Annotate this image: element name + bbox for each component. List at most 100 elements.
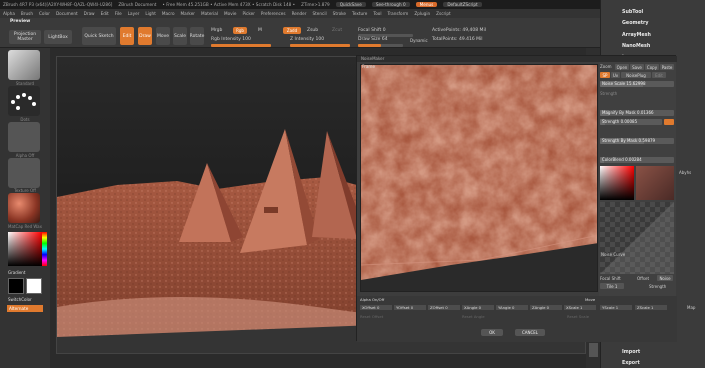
noise-plug-button[interactable]: NoisePlug xyxy=(621,72,651,78)
copy-button[interactable]: Copy xyxy=(645,64,659,70)
uv-toggle[interactable]: Uv xyxy=(611,72,620,78)
menu-stencil[interactable]: Stencil xyxy=(312,11,326,16)
scroll-button[interactable] xyxy=(589,343,598,357)
edit-button[interactable]: Edit xyxy=(652,72,666,78)
menus-button[interactable]: Menus xyxy=(415,2,438,7)
menu-stroke[interactable]: Stroke xyxy=(333,11,346,16)
reset-offset-button[interactable]: Reset Offset xyxy=(360,314,383,319)
see-through-slider[interactable]: See-through 0 xyxy=(371,2,410,7)
mrgb-toggle[interactable]: Mrgb xyxy=(211,28,222,33)
alternate-button[interactable]: Alternate xyxy=(7,305,43,312)
menu-transform[interactable]: Transform xyxy=(387,11,408,16)
magnify-by-mask-slider[interactable]: Magnify By Mask 0.01366 xyxy=(600,110,674,116)
menu-texture[interactable]: Texture xyxy=(352,11,367,16)
arraymesh-menu[interactable]: ArrayMesh xyxy=(622,33,651,38)
m-toggle[interactable]: M xyxy=(258,28,262,33)
hue-strip[interactable] xyxy=(42,232,47,266)
menu-macro[interactable]: Macro xyxy=(162,11,175,16)
yoffset-field[interactable]: YOffset 0 xyxy=(394,305,426,310)
noise-scale-slider[interactable]: Noise Scale 15.62998 xyxy=(600,81,674,87)
noise-color-swatch[interactable] xyxy=(636,166,674,200)
alpha-thumb[interactable] xyxy=(8,122,40,152)
menu-color[interactable]: Color xyxy=(39,11,50,16)
sp-toggle[interactable]: SP xyxy=(600,72,610,78)
cancel-button[interactable]: CANCEL xyxy=(515,329,545,336)
zsub-toggle[interactable]: Zsub xyxy=(307,28,318,33)
gradient-label[interactable]: Gradient xyxy=(8,270,50,275)
quick-sketch-button[interactable]: Quick Sketch xyxy=(82,27,116,45)
menu-edit[interactable]: Edit xyxy=(101,11,109,16)
matcap-red-wax-thumb[interactable] xyxy=(8,193,40,223)
ok-button[interactable]: OK xyxy=(481,329,503,336)
menu-draw[interactable]: Draw xyxy=(84,11,95,16)
menu-render[interactable]: Render xyxy=(292,11,307,16)
dots-stroke-thumb[interactable] xyxy=(8,86,40,116)
zoffset-field[interactable]: ZOffset 0 xyxy=(428,305,460,310)
z-intensity-slider[interactable] xyxy=(290,44,350,47)
menu-brush[interactable]: Brush xyxy=(21,11,33,16)
menu-zscript[interactable]: Zscript xyxy=(436,11,451,16)
zscale-field[interactable]: ZScale 1 xyxy=(635,305,667,310)
nanomesh-menu[interactable]: NanoMesh xyxy=(622,44,650,49)
menu-movie[interactable]: Movie xyxy=(224,11,236,16)
color-picker[interactable] xyxy=(8,232,42,266)
noise-curve-editor[interactable] xyxy=(600,202,674,274)
alpha-onoff-label[interactable]: Alpha On/Off xyxy=(360,297,384,302)
xscale-field[interactable]: XScale 1 xyxy=(564,305,596,310)
yangle-field[interactable]: YAngle 0 xyxy=(496,305,528,310)
zadd-toggle[interactable]: Zadd xyxy=(283,27,301,34)
zangle-field[interactable]: ZAngle 0 xyxy=(530,305,562,310)
reset-angle-button[interactable]: Reset Angle xyxy=(462,314,485,319)
yscale-field[interactable]: YScale 1 xyxy=(600,305,632,310)
menu-picker[interactable]: Picker xyxy=(242,11,254,16)
menu-layer[interactable]: Layer xyxy=(128,11,140,16)
menu-file[interactable]: File xyxy=(115,11,122,16)
reset-scale-button[interactable]: Reset Scale xyxy=(567,314,589,319)
menu-marker[interactable]: Marker xyxy=(181,11,195,16)
xangle-field[interactable]: XAngle 0 xyxy=(462,305,494,310)
lightbox-button[interactable]: LightBox xyxy=(44,30,72,44)
noise-preview[interactable] xyxy=(360,64,598,292)
strength-slider[interactable]: Strength 0.00085 xyxy=(600,119,662,125)
strength-toggle[interactable] xyxy=(664,119,674,125)
scale-mode-button[interactable]: Scale xyxy=(173,27,187,45)
import-menu[interactable]: Import xyxy=(622,350,640,355)
subtool-menu[interactable]: SubTool xyxy=(622,10,643,15)
xoffset-field[interactable]: XOffset 0 xyxy=(360,305,392,310)
texture-thumb[interactable] xyxy=(8,158,40,188)
quicksave-button[interactable]: QuickSave xyxy=(335,2,366,7)
draw-mode-button[interactable]: Draw xyxy=(138,27,152,45)
open-button[interactable]: Open xyxy=(615,64,629,70)
menu-document[interactable]: Document xyxy=(56,11,78,16)
edit-mode-button[interactable]: Edit xyxy=(120,27,134,45)
strength-by-mask-slider[interactable]: Strength By Mask 0.59879 xyxy=(600,138,674,144)
draw-size-slider[interactable] xyxy=(358,44,403,47)
rgb-intensity-slider[interactable] xyxy=(211,44,271,47)
menu-zplugin[interactable]: Zplugin xyxy=(414,11,430,16)
standard-brush-thumb[interactable] xyxy=(8,50,40,80)
projection-master-button[interactable]: Projection Master xyxy=(9,30,41,44)
menu-alpha[interactable]: Alpha xyxy=(3,11,15,16)
move-mode-button[interactable]: Move xyxy=(156,27,170,45)
zcut-toggle[interactable]: Zcut xyxy=(332,28,342,33)
menu-preferences[interactable]: Preferences xyxy=(261,11,286,16)
menu-light[interactable]: Light xyxy=(145,11,155,16)
save-button[interactable]: Save xyxy=(630,64,644,70)
noise-color-picker[interactable] xyxy=(600,166,634,200)
total-points-readout: TotalPoints: 49.416 Mil xyxy=(432,37,483,42)
tile-slider[interactable]: Tile 1 xyxy=(600,283,624,289)
rotate-mode-button[interactable]: Rotate xyxy=(190,27,204,45)
dynamic-toggle[interactable]: Dynamic xyxy=(410,38,428,43)
geometry-menu[interactable]: Geometry xyxy=(622,21,649,26)
menu-material[interactable]: Material xyxy=(201,11,218,16)
switch-color-button[interactable]: SwitchColor xyxy=(8,297,50,302)
export-menu[interactable]: Export xyxy=(622,361,640,366)
noise-button[interactable]: Noise xyxy=(657,275,673,281)
menu-tool[interactable]: Tool xyxy=(373,11,381,16)
main-color-swatch[interactable] xyxy=(8,278,24,294)
paste-button[interactable]: Paste xyxy=(660,64,674,70)
rgb-toggle[interactable]: Rgb xyxy=(233,27,247,34)
default-zscript-button[interactable]: DefaultZScript xyxy=(443,2,482,7)
color-blend-slider[interactable]: ColorBlend 0.00284 xyxy=(600,157,674,163)
secondary-color-swatch[interactable] xyxy=(26,278,42,294)
